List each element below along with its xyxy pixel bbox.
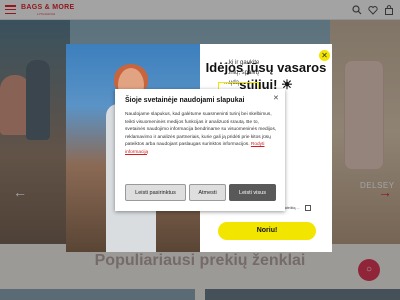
cookie-body: Naudojame slapukus, kad galėtume suasmen…: [125, 111, 277, 156]
consent-checkbox[interactable]: [305, 205, 311, 211]
cookie-title: Šioje svetainėje naudojami slapukai: [125, 97, 245, 104]
allow-selected-button[interactable]: Leisti pasirinktus: [125, 184, 186, 201]
subscribe-button[interactable]: Noriu!: [218, 222, 316, 240]
cookie-consent-dialog: Šioje svetainėje naudojami slapukai ✕ Na…: [115, 89, 285, 211]
close-icon[interactable]: ✕: [273, 94, 279, 102]
allow-all-button[interactable]: Leisti visus: [229, 184, 276, 201]
reject-button[interactable]: Atmesti: [189, 184, 226, 201]
